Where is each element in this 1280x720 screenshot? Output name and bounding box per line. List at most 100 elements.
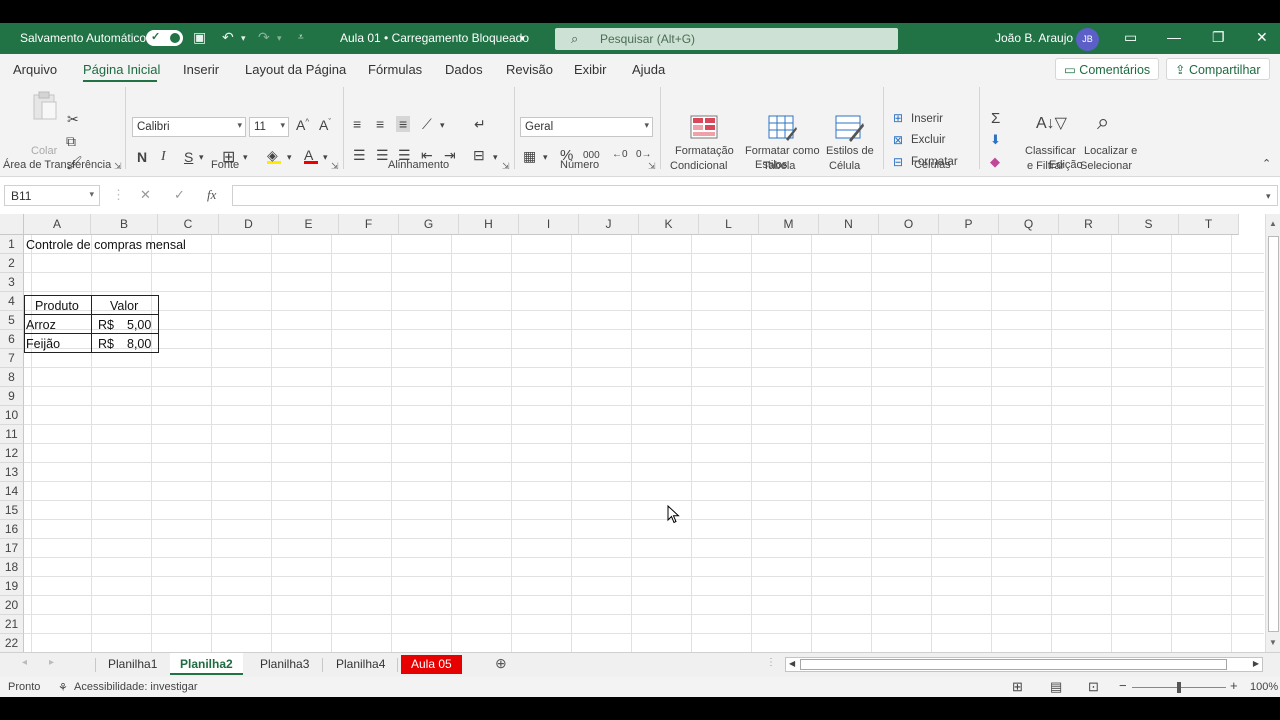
number-launcher-icon[interactable]: ⇲ — [648, 161, 656, 172]
formula-input[interactable] — [232, 185, 1278, 206]
sort-filter-icon[interactable]: A↓▽ — [1036, 113, 1067, 133]
accessibility-status[interactable]: Acessibilidade: investigar — [74, 681, 198, 693]
tab-revisao[interactable]: Revisão — [506, 62, 553, 77]
zoom-slider-thumb[interactable] — [1177, 682, 1181, 693]
fill-color-icon[interactable]: ◈ — [267, 147, 281, 164]
zoom-out-icon[interactable]: − — [1119, 678, 1127, 693]
clipboard-launcher-icon[interactable]: ⇲ — [114, 161, 122, 172]
enter-icon[interactable]: ✓ — [174, 187, 185, 203]
tab-layout[interactable]: Layout da Página — [245, 62, 346, 77]
scroll-right-icon[interactable]: ▶ — [1253, 659, 1259, 668]
font-name-select[interactable]: Calibri ▾ — [132, 117, 246, 137]
copy-icon[interactable]: ⧉ — [66, 133, 76, 150]
shrink-font-icon[interactable]: Aˇ — [319, 117, 331, 133]
decrease-decimal-icon[interactable]: 0→ — [636, 149, 652, 160]
row-header[interactable]: 18 — [0, 558, 24, 577]
cell-styles-label-1[interactable]: Estilos de — [826, 145, 874, 157]
row-header[interactable]: 10 — [0, 406, 24, 425]
align-bottom-icon[interactable]: ≡ — [396, 116, 411, 132]
title-dropdown-icon[interactable]: ▾ — [520, 33, 525, 44]
conditional-format-label-1[interactable]: Formatação — [675, 145, 734, 157]
paste-icon[interactable] — [31, 91, 61, 120]
scroll-down-icon[interactable]: ▼ — [1269, 638, 1277, 647]
cell-styles-icon[interactable] — [835, 115, 865, 143]
undo-icon[interactable]: ↶ — [222, 29, 234, 46]
sort-filter-label-1[interactable]: Classificar — [1025, 145, 1076, 157]
wrap-text-icon[interactable]: ↵ — [474, 116, 486, 133]
underline-dropdown-icon[interactable]: ▾ — [199, 152, 204, 163]
hscroll-thumb[interactable] — [800, 659, 1227, 670]
save-icon[interactable]: ▣ — [193, 29, 206, 46]
alignment-launcher-icon[interactable]: ⇲ — [502, 161, 510, 172]
cut-icon[interactable]: ✂ — [67, 111, 79, 128]
tab-formulas[interactable]: Fórmulas — [368, 62, 422, 77]
column-header[interactable]: K — [639, 214, 699, 235]
row-header[interactable]: 7 — [0, 349, 24, 368]
row-header[interactable]: 11 — [0, 425, 24, 444]
search-box[interactable]: ⌕ Pesquisar (Alt+G) — [555, 28, 898, 50]
orientation-dropdown-icon[interactable]: ▾ — [440, 120, 445, 131]
tab-arquivo[interactable]: Arquivo — [13, 62, 57, 77]
align-left-icon[interactable]: ☰ — [353, 147, 366, 164]
more-options-icon[interactable]: ⋮ — [112, 187, 125, 203]
undo-dropdown-icon[interactable]: ▾ — [241, 33, 246, 44]
font-color-icon[interactable]: A — [304, 147, 318, 164]
format-cells-icon[interactable]: ⊟ — [893, 155, 903, 169]
cell-styles-label-2[interactable]: Célula — [829, 160, 860, 172]
row-header[interactable]: 4 — [0, 292, 24, 311]
font-color-dropdown-icon[interactable]: ▾ — [323, 152, 328, 163]
redo-dropdown-icon[interactable]: ▾ — [277, 33, 282, 44]
row-header[interactable]: 1 — [0, 235, 24, 254]
cancel-icon[interactable]: ✕ — [140, 187, 151, 203]
minimize-icon[interactable]: — — [1167, 29, 1181, 45]
column-header[interactable]: E — [279, 214, 339, 235]
row-header[interactable]: 5 — [0, 311, 24, 330]
align-top-icon[interactable]: ≡ — [353, 116, 361, 132]
expand-formula-icon[interactable]: ▾ — [1266, 191, 1271, 202]
cell-area[interactable] — [24, 235, 1264, 653]
row-header[interactable]: 6 — [0, 330, 24, 349]
row-header[interactable]: 21 — [0, 615, 24, 634]
sheet-tab-planilha4[interactable]: Planilha4 — [326, 653, 395, 675]
row-header[interactable]: 14 — [0, 482, 24, 501]
clear-icon[interactable]: ◆ — [990, 154, 1000, 170]
column-header[interactable]: D — [219, 214, 279, 235]
row-header[interactable]: 12 — [0, 444, 24, 463]
restore-icon[interactable]: ❐ — [1212, 29, 1225, 46]
worksheet-grid[interactable]: ABCDEFGHIJKLMNOPQRST 1 2 3 4 5 6 7 8 9 10 11 12 13 14… — [0, 214, 1280, 653]
row-header[interactable]: 8 — [0, 368, 24, 387]
split-handle-icon[interactable]: ⋮ — [766, 657, 776, 668]
name-box[interactable]: B11 ▾ — [4, 185, 100, 206]
orientation-icon[interactable]: ⟋ — [422, 116, 432, 133]
find-select-icon[interactable]: ⌕ — [1097, 109, 1109, 135]
merge-dropdown-icon[interactable]: ▾ — [493, 152, 498, 163]
row-header[interactable]: 22 — [0, 634, 24, 653]
zoom-level[interactable]: 100% — [1250, 681, 1278, 693]
font-launcher-icon[interactable]: ⇲ — [331, 161, 339, 172]
select-all-corner[interactable] — [0, 214, 24, 235]
avatar[interactable]: JB — [1076, 28, 1099, 51]
column-header[interactable]: J — [579, 214, 639, 235]
cell-b3[interactable]: Valor — [110, 299, 138, 313]
underline-button[interactable]: S — [184, 149, 193, 165]
sheet-tab-planilha3[interactable]: Planilha3 — [250, 653, 319, 675]
align-middle-icon[interactable]: ≡ — [376, 116, 384, 132]
accounting-dropdown-icon[interactable]: ▾ — [543, 152, 548, 163]
scroll-tabs-left-icon[interactable]: ◂ — [22, 657, 27, 668]
normal-view-icon[interactable]: ⊞ — [1012, 679, 1023, 695]
italic-button[interactable]: I — [161, 149, 166, 165]
column-header[interactable]: N — [819, 214, 879, 235]
redo-icon[interactable]: ↷ — [258, 29, 270, 46]
cell-a1[interactable]: Controle de compras mensal — [26, 238, 186, 252]
row-header[interactable]: 17 — [0, 539, 24, 558]
row-header[interactable]: 13 — [0, 463, 24, 482]
column-header[interactable]: Q — [999, 214, 1059, 235]
accessibility-icon[interactable]: ⚘ — [58, 681, 68, 694]
conditional-format-icon[interactable] — [690, 115, 720, 143]
sheet-tab-planilha2[interactable]: Planilha2 — [170, 653, 243, 675]
scroll-up-icon[interactable]: ▲ — [1269, 219, 1277, 228]
insert-cells-icon[interactable]: ⊞ — [893, 111, 903, 125]
row-header[interactable]: 16 — [0, 520, 24, 539]
comments-button[interactable]: ▭ Comentários — [1055, 58, 1160, 80]
page-layout-view-icon[interactable]: ▤ — [1050, 679, 1062, 695]
